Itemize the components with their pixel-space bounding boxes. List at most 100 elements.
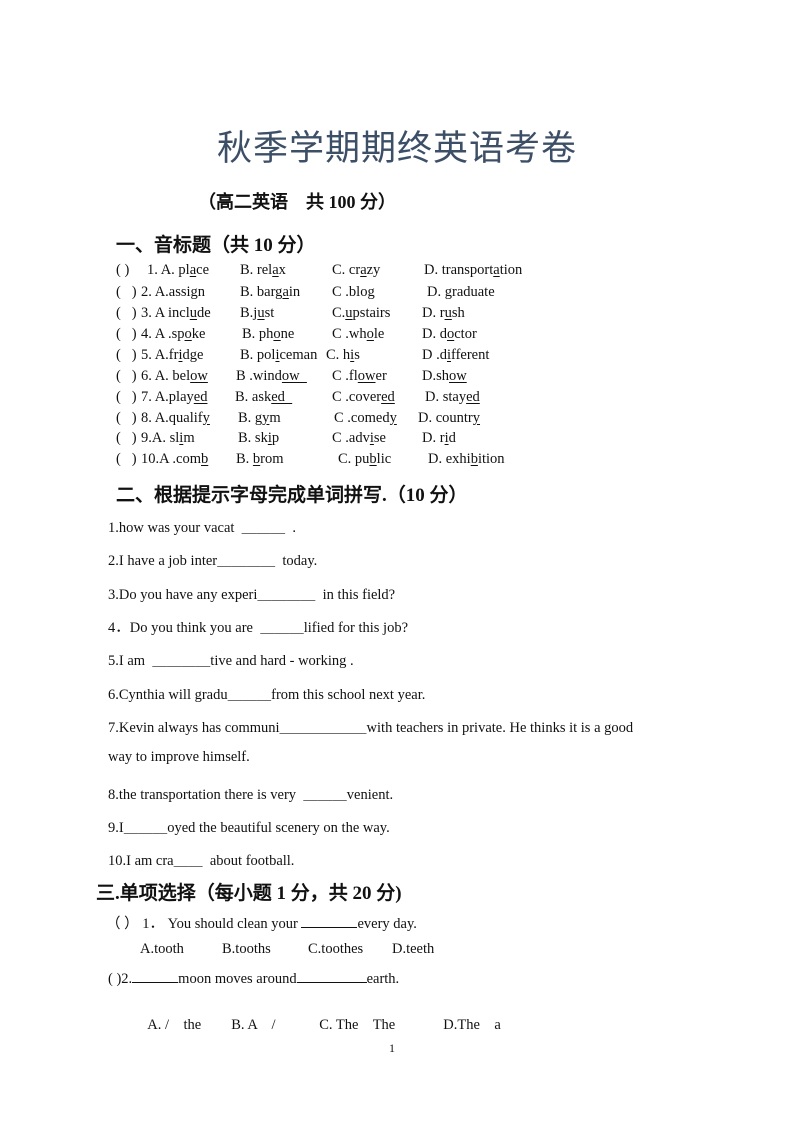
underlined-letters: g (444, 284, 452, 300)
answer-paren[interactable]: ( ) (116, 410, 137, 427)
option-text: raduate (451, 284, 495, 300)
underlined-letters: b (470, 451, 478, 467)
option-text: fferent (451, 347, 490, 363)
answer-paren[interactable]: ( ) (108, 971, 121, 987)
option-b: B.tooths (222, 941, 271, 957)
phonetic-option-b: B. policeman (240, 347, 317, 364)
phonetic-option-d: D. rush (422, 305, 465, 322)
option-text: D. (427, 284, 445, 300)
answer-paren[interactable]: ( ) (116, 389, 137, 406)
option-text: lic (376, 451, 392, 467)
answer-paren[interactable]: ( ) (116, 430, 137, 447)
exam-subtitle: （高二英语 共 100 分） (198, 192, 396, 212)
underlined-letters: ow (281, 368, 307, 384)
phonetic-option-d: D. rid (422, 430, 456, 447)
option-a: A.tooth (140, 941, 184, 957)
option-text: B. ph (242, 326, 274, 342)
option-text: 6. A. bel (141, 368, 191, 384)
underlined-letters: b (201, 451, 209, 467)
exam-title: 秋季学期期终英语考卷 (216, 129, 577, 169)
mc-options-1: A.tooth B.tooths C.toothes D.teeth (140, 941, 434, 958)
answer-paren[interactable]: ( ) (116, 262, 129, 279)
option-text: D. stay (425, 389, 467, 405)
option-text: 10.A .com (141, 451, 202, 467)
phonetic-option-b: B .window (236, 368, 307, 385)
phonetic-option-c: C .advise (332, 430, 386, 447)
option-text: B.j (240, 305, 258, 321)
answer-blank (301, 926, 358, 928)
phonetic-option-c: C .whole (332, 326, 384, 343)
underlined-letters: y (472, 410, 481, 426)
option-text: ke (191, 326, 206, 342)
option-text: C .blo (332, 284, 368, 300)
question-stem: You should clean your (167, 916, 302, 932)
option-text: 4. A .sp (141, 326, 185, 342)
underlined-letters: ow (449, 368, 467, 384)
phonetic-option-d: D. exhibition (428, 451, 505, 468)
underlined-letters: g (190, 284, 198, 300)
option-text: st (264, 305, 275, 321)
answer-paren[interactable]: （ ） (106, 916, 139, 932)
spelling-item: 1.how was your vacat ＿＿＿ . (108, 520, 297, 536)
phonetic-option-c: C .flower (332, 368, 387, 385)
option-text: rom (260, 451, 284, 467)
option-text: D. transport (424, 262, 494, 278)
underlined-letters: ed (271, 389, 293, 405)
option-text: 2. A.assi (141, 284, 191, 300)
option-text: C .adv (332, 430, 370, 446)
option-text: de (197, 305, 211, 321)
phonetic-option-a: 9.A. slim (141, 430, 195, 447)
phonetic-option-a: 10.A .comb (141, 451, 208, 468)
option-text: D. countr (418, 410, 473, 426)
underlined-letters: ed (193, 389, 208, 405)
page-number: 1 (389, 1041, 395, 1055)
phonetic-option-d: D. graduate (427, 284, 495, 301)
phonetic-option-c: C .covered (332, 389, 395, 406)
phonetic-option-b: B. phone (242, 326, 294, 343)
option-text: D. d (422, 326, 447, 342)
answer-paren[interactable]: ( ) (116, 347, 137, 364)
answer-paren[interactable]: ( ) (116, 368, 137, 385)
option-b: B. A / (231, 1017, 276, 1033)
underlined-letters: u (444, 305, 452, 321)
phonetic-option-d: D. country (418, 410, 480, 427)
spelling-item: 7.Kevin always has communi＿＿＿＿＿＿with tea… (108, 720, 634, 736)
option-text: m (269, 410, 281, 426)
phonetic-option-c: C. his (326, 347, 360, 364)
section1-heading: 一、音标题（共 10 分） (116, 235, 316, 256)
underlined-letters: y (202, 410, 210, 426)
answer-blank (296, 981, 367, 983)
underlined-letters: b (369, 451, 377, 467)
option-text: sh (451, 305, 465, 321)
option-text: ce (196, 262, 210, 278)
answer-paren[interactable]: ( ) (116, 326, 137, 343)
phonetic-option-b: B. relax (240, 262, 286, 279)
option-c: C.toothes (308, 941, 364, 957)
spelling-item: 4．Do you think you are ＿＿＿lified for thi… (108, 620, 409, 636)
answer-paren[interactable]: ( ) (116, 451, 137, 468)
answer-paren[interactable]: ( ) (116, 305, 137, 322)
mc-question-1: （ ） 1． You should clean your every day. (106, 912, 417, 933)
option-text: D.sh (422, 368, 449, 384)
question-stem-end: every day. (357, 916, 417, 932)
phonetic-option-b: B. brom (236, 451, 284, 468)
phonetic-option-d: D. transportation (424, 262, 522, 279)
phonetic-option-c: C.upstairs (332, 305, 390, 322)
underlined-letters: o (273, 326, 281, 342)
option-text: D. r (422, 305, 445, 321)
option-text: 5. A.fr (141, 347, 179, 363)
option-text: ition (477, 451, 505, 467)
phonetic-option-c: C .blog (332, 284, 375, 301)
option-text: tion (499, 262, 523, 278)
underlined-letters: ed (466, 389, 480, 405)
phonetic-option-d: D. doctor (422, 326, 477, 343)
option-text: le (373, 326, 385, 342)
underlined-letters: y (389, 410, 397, 426)
underlined-letters: u (345, 305, 353, 321)
answer-paren[interactable]: ( ) (116, 284, 137, 301)
underlined-letters: u (189, 305, 197, 321)
spelling-item: 9.I＿＿＿oyed the beautiful scenery on the … (108, 820, 390, 836)
option-text: 9.A. sl (141, 430, 180, 446)
spelling-item: 5.I am ＿＿＿＿tive and hard - working . (108, 653, 354, 669)
option-text: D. exhi (428, 451, 471, 467)
